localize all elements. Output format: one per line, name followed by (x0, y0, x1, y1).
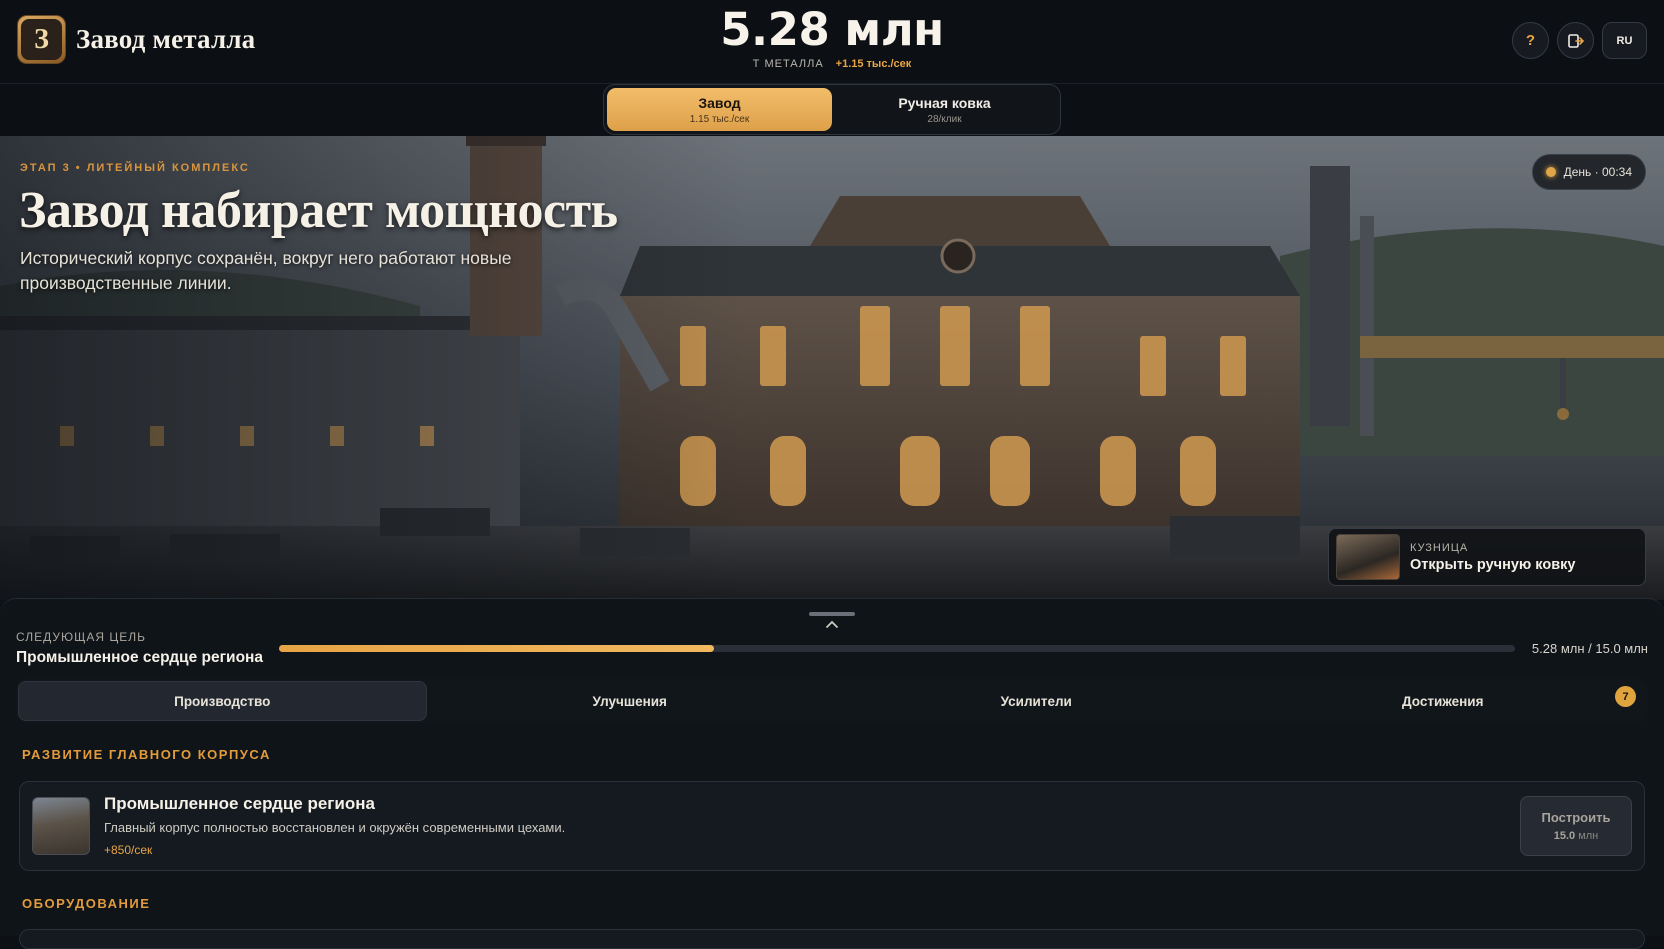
mode-tab-manual-forge[interactable]: Ручная ковка 28/клик (832, 88, 1057, 131)
section-tabs: Производство Улучшения Усилители Достиже… (16, 679, 1648, 723)
tab-label: Производство (174, 693, 271, 709)
logo-glyph: З (21, 19, 62, 60)
bottom-panel: СЛЕДУЮЩАЯ ЦЕЛЬ Промышленное сердце регио… (0, 598, 1664, 949)
help-icon: ? (1525, 32, 1536, 49)
mode-tab-label: Завод (698, 94, 741, 111)
achievements-badge: 7 (1615, 686, 1636, 707)
counter-unit: Т МЕТАЛЛА (752, 58, 824, 70)
hero-title: Завод набирает мощность (19, 182, 618, 239)
building-card: Промышленное сердце региона Главный корп… (19, 781, 1645, 871)
build-cost: 15.0 млн (1554, 830, 1599, 842)
hero-description: Исторический корпус сохранён, вокруг нег… (20, 248, 512, 293)
building-income: +850/сек (104, 843, 153, 857)
forge-thumbnail (1336, 534, 1400, 580)
build-button-label: Построить (1541, 810, 1611, 825)
stage-label: ЭТАП 3 • ЛИТЕЙНЫЙ КОМПЛЕКС (20, 162, 250, 174)
top-bar: З Завод металла 5.28 млн Т МЕТАЛЛА +1.15… (0, 0, 1664, 84)
mode-bar: Завод 1.15 тыс./сек Ручная ковка 28/клик (0, 84, 1664, 136)
brand: З Завод металла (17, 15, 255, 64)
counter-rate: +1.15 тыс./сек (835, 58, 912, 70)
building-name: Промышленное сердце региона (104, 794, 375, 813)
top-actions: ? RU (1512, 22, 1647, 59)
forge-label: КУЗНИЦА (1410, 541, 1469, 554)
chevron-up-icon[interactable] (824, 617, 840, 631)
equipment-card (19, 929, 1645, 949)
tab-label: Достижения (1401, 693, 1484, 709)
build-cost-unit: млн (1578, 830, 1599, 842)
tab-label: Улучшения (592, 693, 667, 709)
logout-icon (1567, 33, 1584, 48)
forge-action: Открыть ручную ковку (1410, 556, 1576, 573)
build-cost-value: 15.0 (1553, 830, 1576, 842)
tab-production[interactable]: Производство (18, 681, 427, 721)
drag-handle[interactable] (809, 612, 855, 616)
build-button[interactable]: Построить 15.0 млн (1520, 796, 1632, 856)
counter-subline: Т МЕТАЛЛА +1.15 тыс./сек (632, 58, 1032, 70)
tab-label: Усилители (1000, 693, 1072, 709)
sun-icon (1545, 167, 1556, 177)
goal-label: СЛЕДУЮЩАЯ ЦЕЛЬ (16, 630, 147, 644)
day-time-text: День · 00:34 (1563, 165, 1632, 179)
mode-switch: Завод 1.15 тыс./сек Ручная ковка 28/клик (603, 84, 1061, 135)
tab-achievements[interactable]: Достижения 7 (1240, 681, 1647, 721)
section-heading-main-building: РАЗВИТИЕ ГЛАВНОГО КОРПУСА (22, 747, 271, 762)
metal-counter: 5.28 млн Т МЕТАЛЛА +1.15 тыс./сек (632, 3, 1032, 71)
goal-progress-bar (279, 645, 1515, 652)
hero-banner: ЭТАП 3 • ЛИТЕЙНЫЙ КОМПЛЕКС Завод набирае… (0, 136, 1664, 600)
goal-progress-fill (279, 645, 715, 652)
goal-name: Промышленное сердце региона (16, 649, 264, 666)
exit-button[interactable] (1557, 22, 1594, 59)
building-description: Главный корпус полностью восстановлен и … (104, 820, 566, 835)
app-title: Завод металла (76, 24, 256, 54)
building-thumbnail (32, 797, 90, 855)
mode-tab-factory[interactable]: Завод 1.15 тыс./сек (607, 88, 832, 131)
help-button[interactable]: ? (1512, 22, 1549, 59)
logo: З (17, 15, 66, 64)
tab-boosters[interactable]: Усилители (833, 681, 1240, 721)
mode-tab-rate: 1.15 тыс./сек (689, 113, 750, 125)
language-button[interactable]: RU (1602, 22, 1647, 59)
section-heading-equipment: ОБОРУДОВАНИЕ (22, 896, 151, 911)
mode-tab-rate: 28/клик (927, 113, 962, 125)
counter-value: 5.28 млн (720, 3, 944, 56)
goal-amount: 5.28 млн / 15.0 млн (1531, 641, 1648, 656)
tab-upgrades[interactable]: Улучшения (427, 681, 834, 721)
forge-shortcut-card[interactable]: КУЗНИЦА Открыть ручную ковку (1328, 528, 1646, 586)
mode-tab-label: Ручная ковка (898, 94, 991, 111)
day-time-badge: День · 00:34 (1531, 154, 1646, 190)
